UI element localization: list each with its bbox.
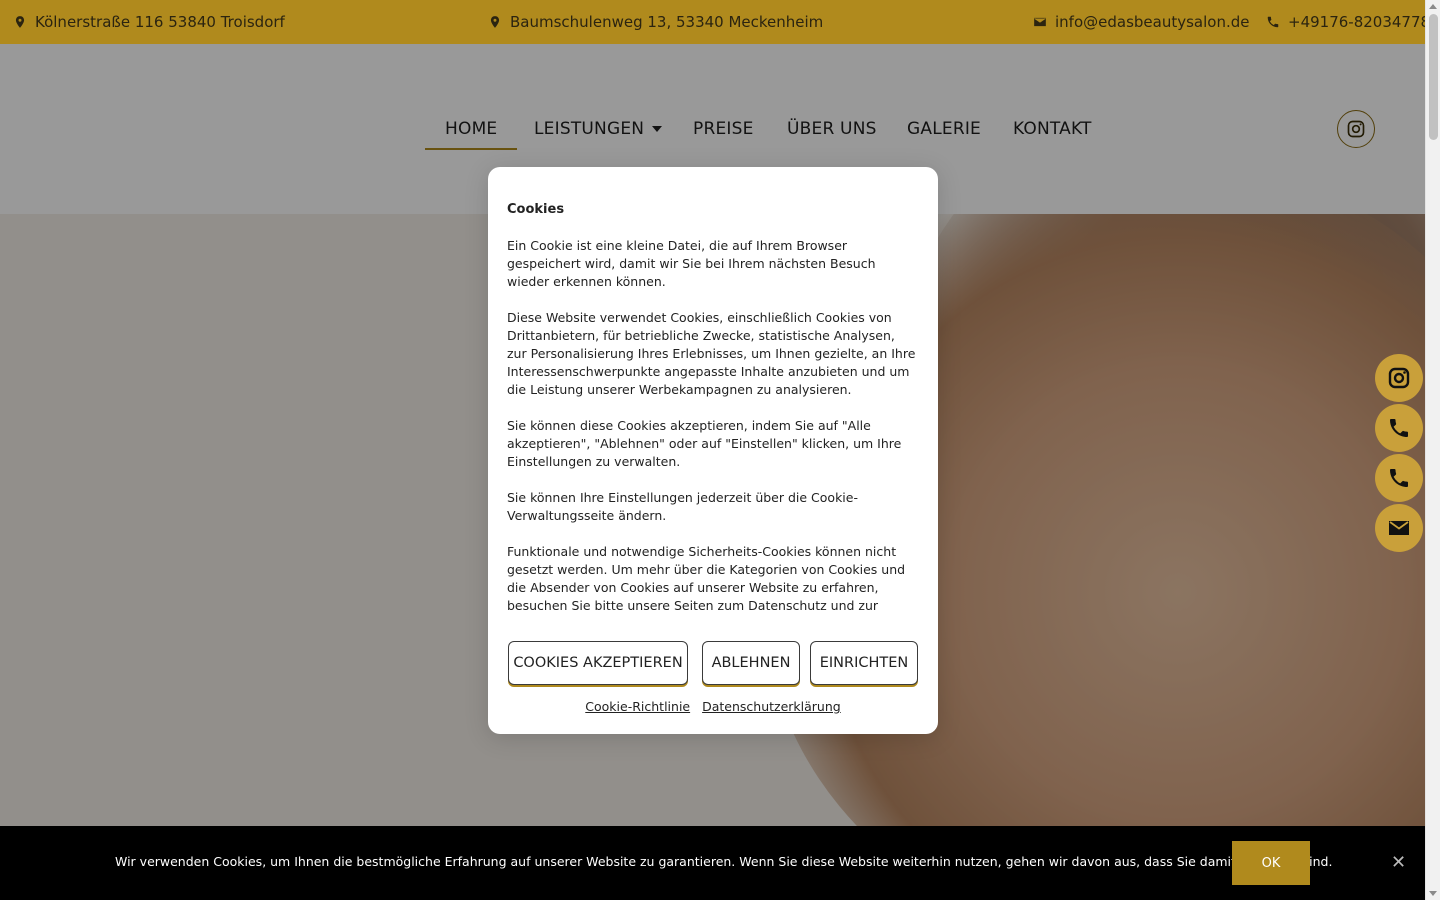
scroll-up-arrow-icon[interactable]: [1429, 4, 1437, 9]
privacy-policy-link[interactable]: Datenschutzerklärung: [702, 699, 841, 714]
map-pin-icon: [15, 16, 25, 28]
page-scrollbar[interactable]: [1425, 0, 1440, 900]
cookie-paragraph: Diese Website verwendet Cookies, einschl…: [507, 310, 916, 397]
scrollbar-thumb[interactable]: [1429, 14, 1438, 140]
scroll-down-arrow-icon[interactable]: [1429, 891, 1437, 896]
cookie-dialog-body[interactable]: Ein Cookie ist eine kleine Datei, die au…: [507, 237, 917, 617]
phone-icon: [1390, 469, 1408, 487]
floating-email-button[interactable]: [1375, 504, 1423, 552]
address-meckenheim[interactable]: Baumschulenweg 13, 53340 Meckenheim: [488, 13, 823, 31]
instagram-icon: [1388, 367, 1410, 389]
phone-link[interactable]: +49176-82034778: [1266, 13, 1430, 31]
cookie-settings-button[interactable]: EINRICHTEN: [810, 641, 918, 685]
floating-phone-button-1[interactable]: [1375, 404, 1423, 452]
cookie-dialog-links: Cookie-Richtlinie Datenschutzerklärung: [488, 699, 938, 714]
top-contact-bar: Kölnerstraße 116 53840 Troisdorf Baumsch…: [0, 0, 1430, 44]
accept-cookies-button[interactable]: COOKIES AKZEPTIEREN: [508, 641, 688, 685]
phone-icon: [1390, 419, 1408, 437]
cookie-dialog-title: Cookies: [507, 202, 565, 217]
cookie-notice-message: Wir verwenden Cookies, um Ihnen die best…: [115, 854, 1333, 869]
address-troisdorf-text: Kölnerstraße 116 53840 Troisdorf: [35, 13, 285, 31]
map-pin-icon: [490, 16, 500, 28]
email-text: info@edasbeautysalon.de: [1055, 13, 1250, 31]
close-icon[interactable]: ✕: [1391, 854, 1406, 872]
cookie-paragraph: Funktionale und notwendige Sicherheits-C…: [507, 544, 906, 613]
cookie-notice-bar: Wir verwenden Cookies, um Ihnen die best…: [0, 826, 1425, 900]
phone-text: +49176-82034778: [1288, 13, 1431, 31]
cookie-ok-button[interactable]: OK: [1232, 841, 1310, 885]
decline-cookies-button[interactable]: ABLEHNEN: [702, 641, 800, 685]
address-meckenheim-text: Baumschulenweg 13, 53340 Meckenheim: [510, 13, 824, 31]
cookie-policy-link[interactable]: Cookie-Richtlinie: [585, 699, 690, 714]
cookie-paragraph: Sie können Ihre Einstellungen jederzeit …: [507, 490, 858, 523]
floating-instagram-button[interactable]: [1375, 354, 1423, 402]
email-link[interactable]: info@edasbeautysalon.de: [1033, 13, 1249, 31]
floating-phone-button-2[interactable]: [1375, 454, 1423, 502]
cookie-paragraph: Sie können diese Cookies akzeptieren, in…: [507, 418, 902, 469]
envelope-icon: [1034, 17, 1046, 27]
cookie-consent-dialog: Cookies Ein Cookie ist eine kleine Datei…: [488, 167, 938, 734]
phone-icon: [1267, 16, 1279, 28]
envelope-icon: [1389, 521, 1409, 535]
cookie-paragraph: Ein Cookie ist eine kleine Datei, die au…: [507, 238, 876, 289]
address-troisdorf[interactable]: Kölnerstraße 116 53840 Troisdorf: [13, 13, 285, 31]
